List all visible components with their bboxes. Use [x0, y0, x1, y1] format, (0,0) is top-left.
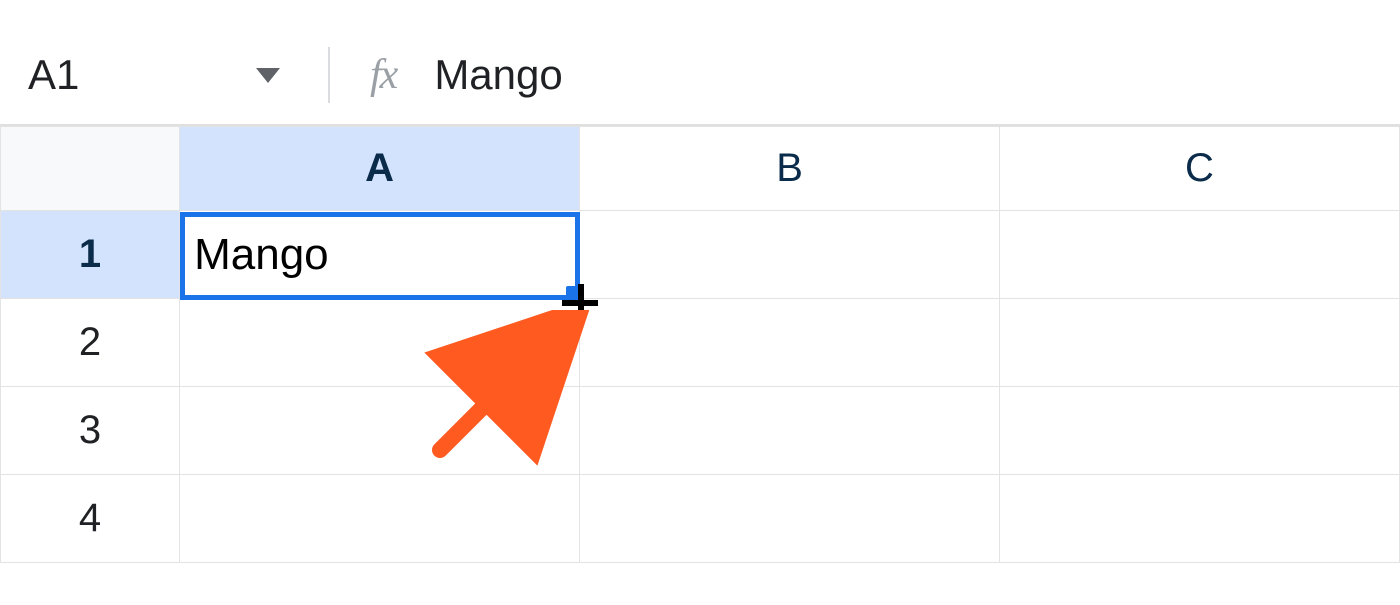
cell-a2[interactable] [180, 299, 580, 387]
row-header-3[interactable]: 3 [1, 387, 180, 475]
row-header-2[interactable]: 2 [1, 299, 180, 387]
cell-c3[interactable] [999, 387, 1399, 475]
chevron-down-icon[interactable] [256, 68, 280, 83]
name-box-value: A1 [28, 51, 79, 99]
cell-b3[interactable] [580, 387, 1000, 475]
fx-icon: fx [370, 51, 396, 99]
column-header-a[interactable]: A [180, 127, 580, 211]
cell-a1[interactable]: Mango [180, 211, 580, 299]
cell-b4[interactable] [580, 475, 1000, 563]
select-all-corner[interactable] [1, 127, 180, 211]
row-header-1[interactable]: 1 [1, 211, 180, 299]
column-header-b[interactable]: B [580, 127, 1000, 211]
cell-c2[interactable] [999, 299, 1399, 387]
cell-c4[interactable] [999, 475, 1399, 563]
fill-handle[interactable] [566, 286, 584, 304]
divider [328, 47, 330, 103]
name-box[interactable]: A1 [28, 51, 308, 99]
cell-b1[interactable] [580, 211, 1000, 299]
row-header-4[interactable]: 4 [1, 475, 180, 563]
spreadsheet-grid: A B C 1 Mango 2 3 4 [0, 124, 1400, 563]
formula-input[interactable] [434, 51, 1034, 99]
cell-a3[interactable] [180, 387, 580, 475]
cell-c1[interactable] [999, 211, 1399, 299]
cell-b2[interactable] [580, 299, 1000, 387]
column-header-c[interactable]: C [999, 127, 1399, 211]
formula-bar: A1 fx [0, 0, 1400, 110]
cell-a4[interactable] [180, 475, 580, 563]
